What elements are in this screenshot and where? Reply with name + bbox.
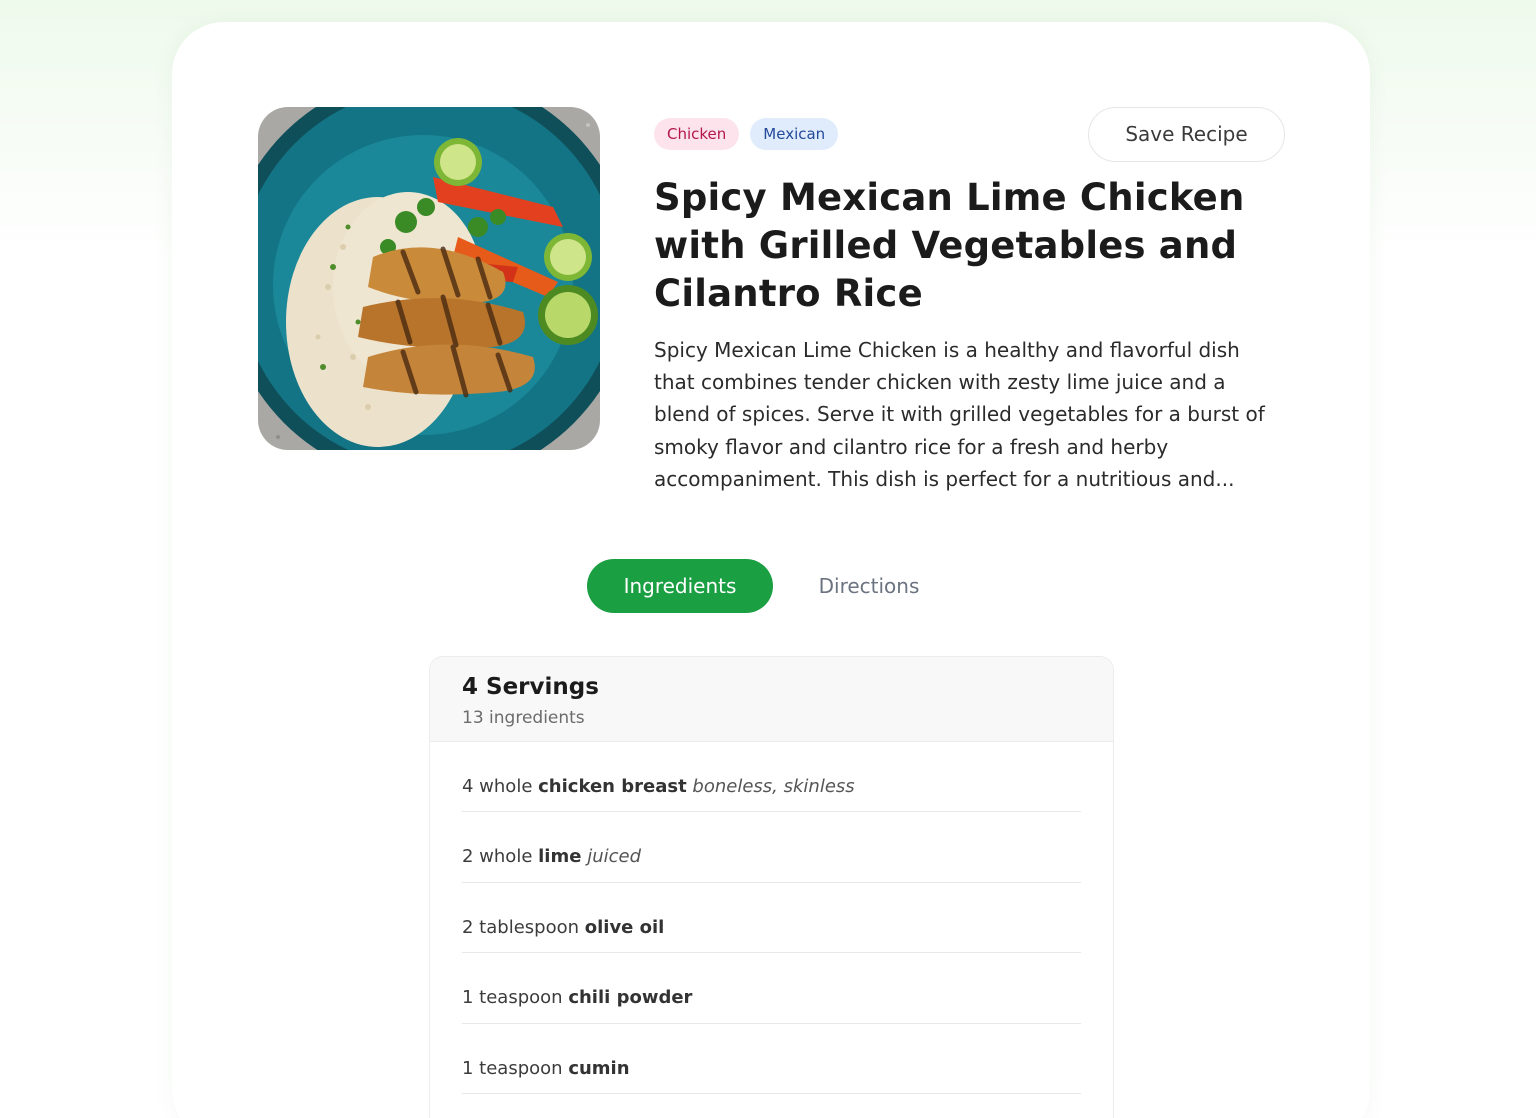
ingredient-amount: 4 whole <box>462 776 533 797</box>
tag-list: Chicken Mexican <box>654 118 839 150</box>
tab-directions[interactable]: Directions <box>773 559 965 613</box>
recipe-title: Spicy Mexican Lime Chicken with Grilled … <box>654 176 1245 315</box>
servings-label: 4 Servings <box>462 674 599 700</box>
ingredient-list: 4 whole chicken breast boneless, skinles… <box>430 742 1113 1094</box>
ingredient-item: 1 teaspoon chili powder <box>462 953 1081 1024</box>
recipe-photo <box>258 107 600 450</box>
ingredient-name: olive oil <box>584 916 665 938</box>
ingredients-panel: 4 Servings 13 ingredients 4 whole chicke… <box>429 656 1114 1118</box>
ingredients-header: 4 Servings 13 ingredients <box>430 657 1113 742</box>
ingredient-amount: 2 whole <box>462 846 533 868</box>
ingredient-item: 2 whole lime juiced <box>462 812 1081 883</box>
ingredient-amount: 1 teaspoon <box>462 1057 563 1079</box>
ingredient-item: 1 teaspoon cumin <box>462 1024 1081 1094</box>
recipe-description: Spicy Mexican Lime Chicken is a healthy … <box>654 338 1265 491</box>
ingredient-note: juiced <box>587 846 641 868</box>
ingredient-name: chili powder <box>568 987 693 1009</box>
tab-ingredients[interactable]: Ingredients <box>587 559 773 613</box>
ingredient-note: boneless, skinless <box>692 776 855 797</box>
ingredient-item: 4 whole chicken breast boneless, skinles… <box>462 742 1081 813</box>
recipe-tabs: Ingredients Directions <box>587 559 965 613</box>
ingredient-amount: 1 teaspoon <box>462 987 563 1009</box>
save-recipe-button[interactable]: Save Recipe <box>1088 107 1285 162</box>
ingredient-name: chicken breast <box>538 776 687 797</box>
ingredient-count: 13 ingredients <box>462 708 585 728</box>
ingredient-name: cumin <box>568 1057 630 1079</box>
tag-chicken[interactable]: Chicken <box>654 118 740 150</box>
ingredient-amount: 2 tablespoon <box>462 916 579 938</box>
ingredient-name: lime <box>538 846 582 868</box>
tag-mexican[interactable]: Mexican <box>750 118 839 150</box>
ingredient-item: 2 tablespoon olive oil <box>462 883 1081 954</box>
